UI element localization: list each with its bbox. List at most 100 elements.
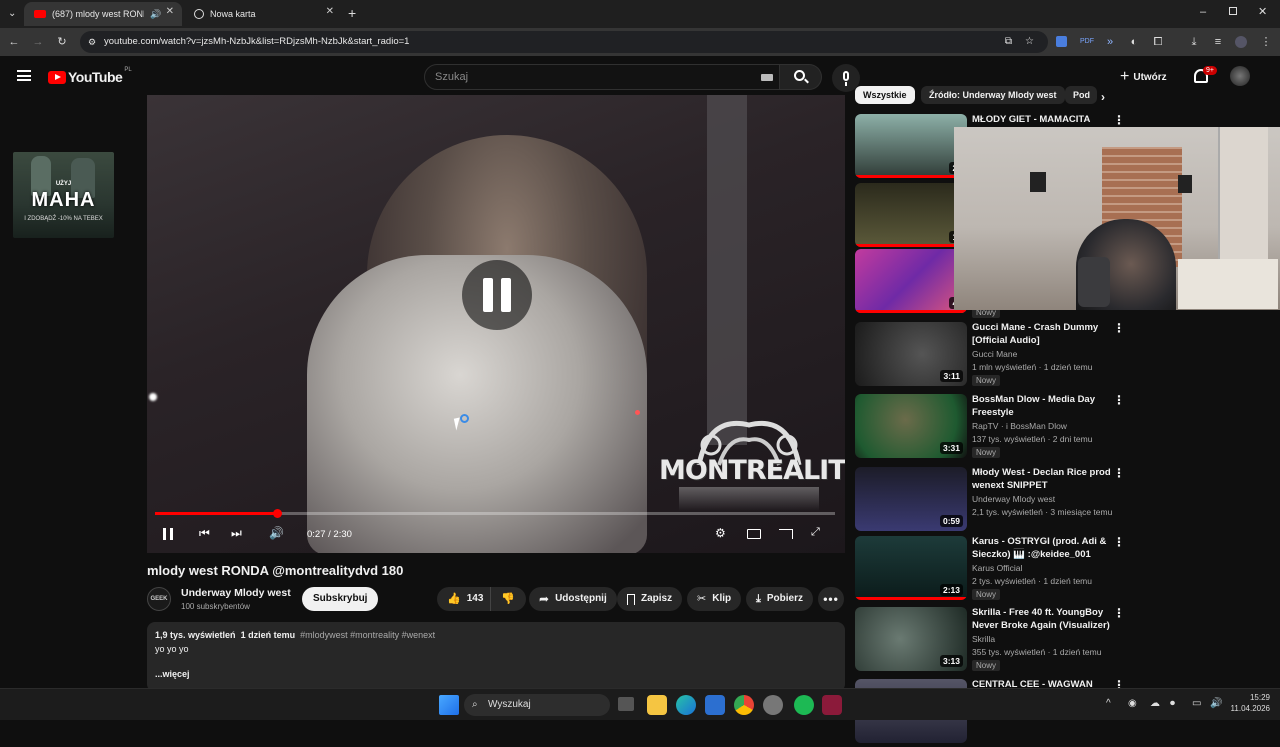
recommendation-card[interactable]: 3:31 BossMan Dlow - Media Day Freestyle Ra… — [855, 394, 1275, 462]
new-tab-button[interactable]: + — [348, 5, 356, 21]
extensions-puzzle-icon[interactable]: ⧠ — [1152, 36, 1164, 48]
tab-search-chevron-icon[interactable]: ⌄ — [8, 8, 16, 19]
cast-icon[interactable] — [779, 529, 793, 539]
video-thumbnail[interactable]: 3:13 — [855, 607, 967, 671]
video-title[interactable]: MŁODY GIET - MAMACITA — [972, 113, 1112, 126]
download-button[interactable]: ⤓ Pobierz — [746, 587, 813, 611]
more-options-kebab-icon[interactable]: ⋮ — [1113, 322, 1125, 334]
seek-bar-scrubber[interactable] — [273, 509, 283, 518]
install-icon[interactable]: ⧉ — [1005, 31, 1012, 53]
discord-icon[interactable] — [763, 695, 783, 715]
search-button[interactable] — [780, 64, 822, 90]
address-bar[interactable]: ⚙ youtube.com/watch?v=jzsMh-NzbJk&list=R… — [80, 31, 1048, 53]
more-actions-button[interactable]: ••• — [818, 587, 844, 611]
site-info-icon[interactable]: ⚙ — [88, 31, 96, 53]
account-avatar[interactable] — [1230, 66, 1250, 86]
hamburger-menu-icon[interactable] — [17, 70, 31, 81]
chip-partial[interactable]: Pod — [1065, 86, 1097, 104]
promo-banner[interactable]: UŻYJ MAHA I ZDOBĄDŹ -10% NA TEBEX — [13, 152, 114, 238]
downloads-icon[interactable]: ⤓ — [1188, 36, 1200, 48]
search-input[interactable]: Szukaj — [424, 64, 780, 90]
channel-name[interactable]: Underway Mlody west — [972, 494, 1055, 504]
show-more-link[interactable]: ...więcej — [155, 669, 837, 679]
more-options-kebab-icon[interactable]: ⋮ — [1113, 607, 1125, 619]
profile-avatar[interactable] — [1235, 36, 1247, 48]
recommendation-card[interactable]: 0:59 Młody West - Declan Rice prod wenext… — [855, 467, 1275, 535]
chips-next-chevron-icon[interactable]: › — [1101, 90, 1105, 104]
recommendation-card[interactable]: 3:13 Skrilla - Free 40 ft. YoungBoy Never… — [855, 607, 1275, 675]
more-options-kebab-icon[interactable]: ⋮ — [1113, 114, 1125, 126]
volume-icon[interactable]: 🔊 — [269, 526, 284, 540]
chip-all[interactable]: Wszystkie — [855, 86, 915, 104]
create-button[interactable]: + Utwórz — [1120, 67, 1167, 87]
video-title[interactable]: Gucci Mane - Crash Dummy [Official Audio… — [972, 321, 1112, 347]
settings-gear-icon[interactable]: ⚙ — [715, 526, 726, 540]
video-title[interactable]: Młody West - Declan Rice prod wenext SNI… — [972, 466, 1112, 492]
task-view-icon[interactable] — [618, 697, 634, 711]
restore-icon[interactable] — [1229, 7, 1237, 15]
tray-mic-icon[interactable]: ⏺ — [1170, 698, 1175, 709]
store-icon[interactable] — [705, 695, 725, 715]
dislike-button[interactable]: 👎 — [490, 587, 526, 611]
channel-name[interactable]: Karus Official — [972, 563, 1022, 573]
subscribe-button[interactable]: Subskrybuj — [302, 587, 379, 611]
pause-icon[interactable] — [163, 528, 173, 540]
fullscreen-icon[interactable]: ⤢ — [811, 526, 820, 539]
more-options-kebab-icon[interactable]: ⋮ — [1113, 679, 1125, 691]
tray-display-icon[interactable]: ▭ — [1192, 698, 1201, 709]
channel-name[interactable]: Skrilla — [972, 634, 995, 644]
chip-source[interactable]: Źródło: Underway Mlody west — [921, 86, 1065, 104]
description-box[interactable]: 1,9 tys. wyświetleń 1 dzień temu #mlodyw… — [147, 622, 845, 692]
audio-playing-icon[interactable]: 🔊 — [150, 9, 161, 20]
edge-icon[interactable] — [676, 695, 696, 715]
tab-youtube[interactable]: (687) mlody west RONDA 🔊 ✕ — [24, 2, 182, 26]
adobe-app-icon[interactable] — [822, 695, 842, 715]
video-thumbnail[interactable]: 1: — [855, 183, 967, 247]
close-tab-icon[interactable]: ✕ — [326, 6, 334, 17]
video-thumbnail[interactable]: 2: — [855, 114, 967, 178]
reload-icon[interactable]: ↻ — [56, 36, 68, 48]
tray-chevron-icon[interactable]: ^ — [1106, 698, 1111, 709]
recommendation-card[interactable]: 2:13 Karus - OSTRYGI (prod. Adi & Sieczko… — [855, 536, 1275, 604]
clock[interactable]: 15:29 11.04.2026 — [1228, 692, 1270, 714]
windows-start-icon[interactable] — [439, 695, 459, 715]
channel-name[interactable]: Underway Mlody west — [181, 587, 291, 599]
close-window-icon[interactable]: ✕ — [1258, 5, 1267, 18]
save-button[interactable]: Zapisz — [617, 587, 683, 611]
file-explorer-icon[interactable] — [647, 695, 667, 715]
dark-mode-extension-icon[interactable]: ◐ — [1128, 36, 1140, 48]
seek-bar[interactable] — [155, 509, 835, 518]
pdf-extension-icon[interactable]: PDF — [1080, 36, 1094, 48]
media-controls-icon[interactable]: ≡ — [1212, 36, 1224, 48]
more-options-kebab-icon[interactable]: ⋮ — [1113, 536, 1125, 548]
video-player[interactable]: MONTREALITY ⏮ ⏭ 🔊 0:27 / 2:30 ⚙ ⤢ — [147, 95, 845, 553]
channel-avatar[interactable]: GEEK — [147, 587, 171, 611]
miniplayer-icon[interactable] — [747, 529, 761, 539]
bookmark-star-icon[interactable]: ☆ — [1025, 31, 1034, 53]
close-tab-icon[interactable]: ✕ — [166, 6, 174, 17]
tray-volume-icon[interactable]: 🔊 — [1210, 698, 1222, 709]
more-options-kebab-icon[interactable]: ⋮ — [1113, 394, 1125, 406]
like-button[interactable]: 👍 143 — [437, 587, 490, 611]
video-title[interactable]: Skrilla - Free 40 ft. YoungBoy Never Bro… — [972, 606, 1112, 632]
clip-button[interactable]: ✂ Klip — [687, 587, 742, 611]
video-thumbnail[interactable]: 3:11 — [855, 322, 967, 386]
chrome-menu-icon[interactable]: ⋮ — [1260, 36, 1272, 48]
tab-new[interactable]: Nowa karta ✕ — [184, 2, 342, 26]
previous-icon[interactable]: ⏮ — [199, 526, 210, 541]
back-icon[interactable]: ← — [8, 36, 20, 48]
center-pause-button[interactable] — [462, 260, 532, 330]
hashtags[interactable]: #mlodywest #montreality #wenext — [300, 630, 435, 640]
channel-name[interactable]: Gucci Mane — [972, 349, 1017, 359]
translate-extension-icon[interactable] — [1056, 36, 1067, 47]
taskbar-search[interactable]: ⌕ Wyszukaj — [464, 694, 610, 716]
video-thumbnail[interactable]: 3:31 — [855, 394, 967, 458]
chrome-icon[interactable] — [734, 695, 754, 715]
video-thumbnail[interactable]: 4: — [855, 249, 967, 313]
youtube-logo[interactable]: YouTube PL — [48, 67, 132, 85]
video-title[interactable]: Karus - OSTRYGI (prod. Adi & Sieczko) 🎹 … — [972, 535, 1112, 561]
recommendation-card[interactable]: 3:11 Gucci Mane - Crash Dummy [Official A… — [855, 322, 1275, 390]
video-thumbnail[interactable]: 0:59 — [855, 467, 967, 531]
minimize-icon[interactable]: – — [1200, 6, 1206, 18]
tray-discord-icon[interactable]: ◉ — [1128, 698, 1137, 709]
